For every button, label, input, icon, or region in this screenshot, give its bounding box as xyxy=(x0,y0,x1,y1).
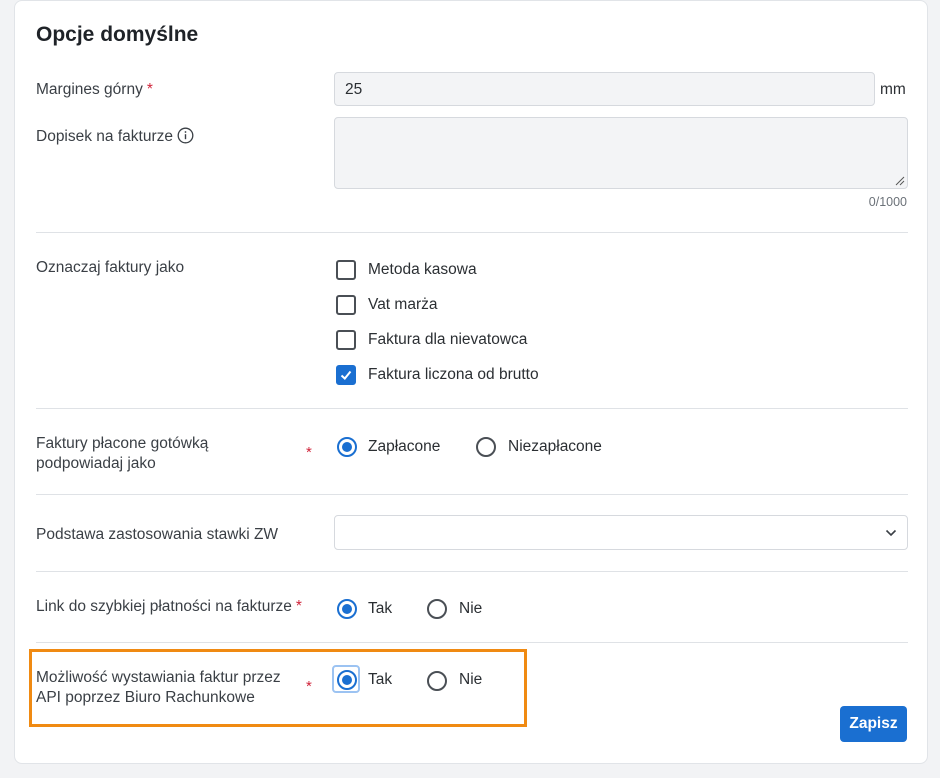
save-button[interactable]: Zapisz xyxy=(840,706,907,742)
margin-top-input[interactable]: 25 xyxy=(334,72,875,106)
required-marker: * xyxy=(306,444,312,461)
invoice-note-label: Dopisek na fakturze xyxy=(36,127,194,150)
checkbox-non-vat-payer[interactable] xyxy=(336,330,356,350)
margin-top-label: Margines górny * xyxy=(36,81,153,98)
chevron-down-icon xyxy=(885,529,897,537)
divider xyxy=(36,494,908,495)
required-marker: * xyxy=(295,598,302,615)
mark-invoices-label: Oznaczaj faktury jako xyxy=(36,259,185,276)
required-marker: * xyxy=(146,81,153,98)
zw-basis-label: Podstawa zastosowania stawki ZW xyxy=(36,526,279,543)
resize-handle-icon[interactable] xyxy=(895,176,905,186)
divider xyxy=(36,408,908,409)
option-non-vat-payer-label: Faktura dla nievatowca xyxy=(368,331,528,348)
quick-payment-label: Link do szybkiej płatności na fakturze * xyxy=(36,598,302,615)
option-gross-calculated-label: Faktura liczona od brutto xyxy=(368,366,539,383)
option-vat-margin-label: Vat marża xyxy=(368,296,438,313)
radio-quick-payment-yes-label: Tak xyxy=(368,600,393,617)
divider xyxy=(36,232,908,233)
margin-unit: mm xyxy=(880,81,906,98)
invoice-note-textarea[interactable] xyxy=(334,117,908,189)
info-icon[interactable] xyxy=(177,127,194,150)
radio-unpaid[interactable] xyxy=(476,437,496,457)
radio-paid-label: Zapłacone xyxy=(368,438,441,455)
highlight-box xyxy=(29,649,527,727)
divider xyxy=(36,571,908,572)
radio-unpaid-label: Niezapłacone xyxy=(508,438,602,455)
checkbox-gross-calculated[interactable] xyxy=(336,365,356,385)
checkbox-vat-margin[interactable] xyxy=(336,295,356,315)
zw-basis-select[interactable] xyxy=(334,515,908,550)
radio-paid[interactable] xyxy=(337,437,357,457)
radio-quick-payment-yes[interactable] xyxy=(337,599,357,619)
section-title: Opcje domyślne xyxy=(36,23,199,46)
checkbox-cash-method[interactable] xyxy=(336,260,356,280)
radio-quick-payment-no[interactable] xyxy=(427,599,447,619)
divider xyxy=(36,642,908,643)
cash-paid-label: Faktury płacone gotówką podpowiadaj jako xyxy=(36,435,209,472)
character-counter: 0/1000 xyxy=(868,195,907,209)
option-cash-method-label: Metoda kasowa xyxy=(368,261,477,278)
radio-quick-payment-no-label: Nie xyxy=(459,600,483,617)
checkmark-icon xyxy=(340,370,352,380)
